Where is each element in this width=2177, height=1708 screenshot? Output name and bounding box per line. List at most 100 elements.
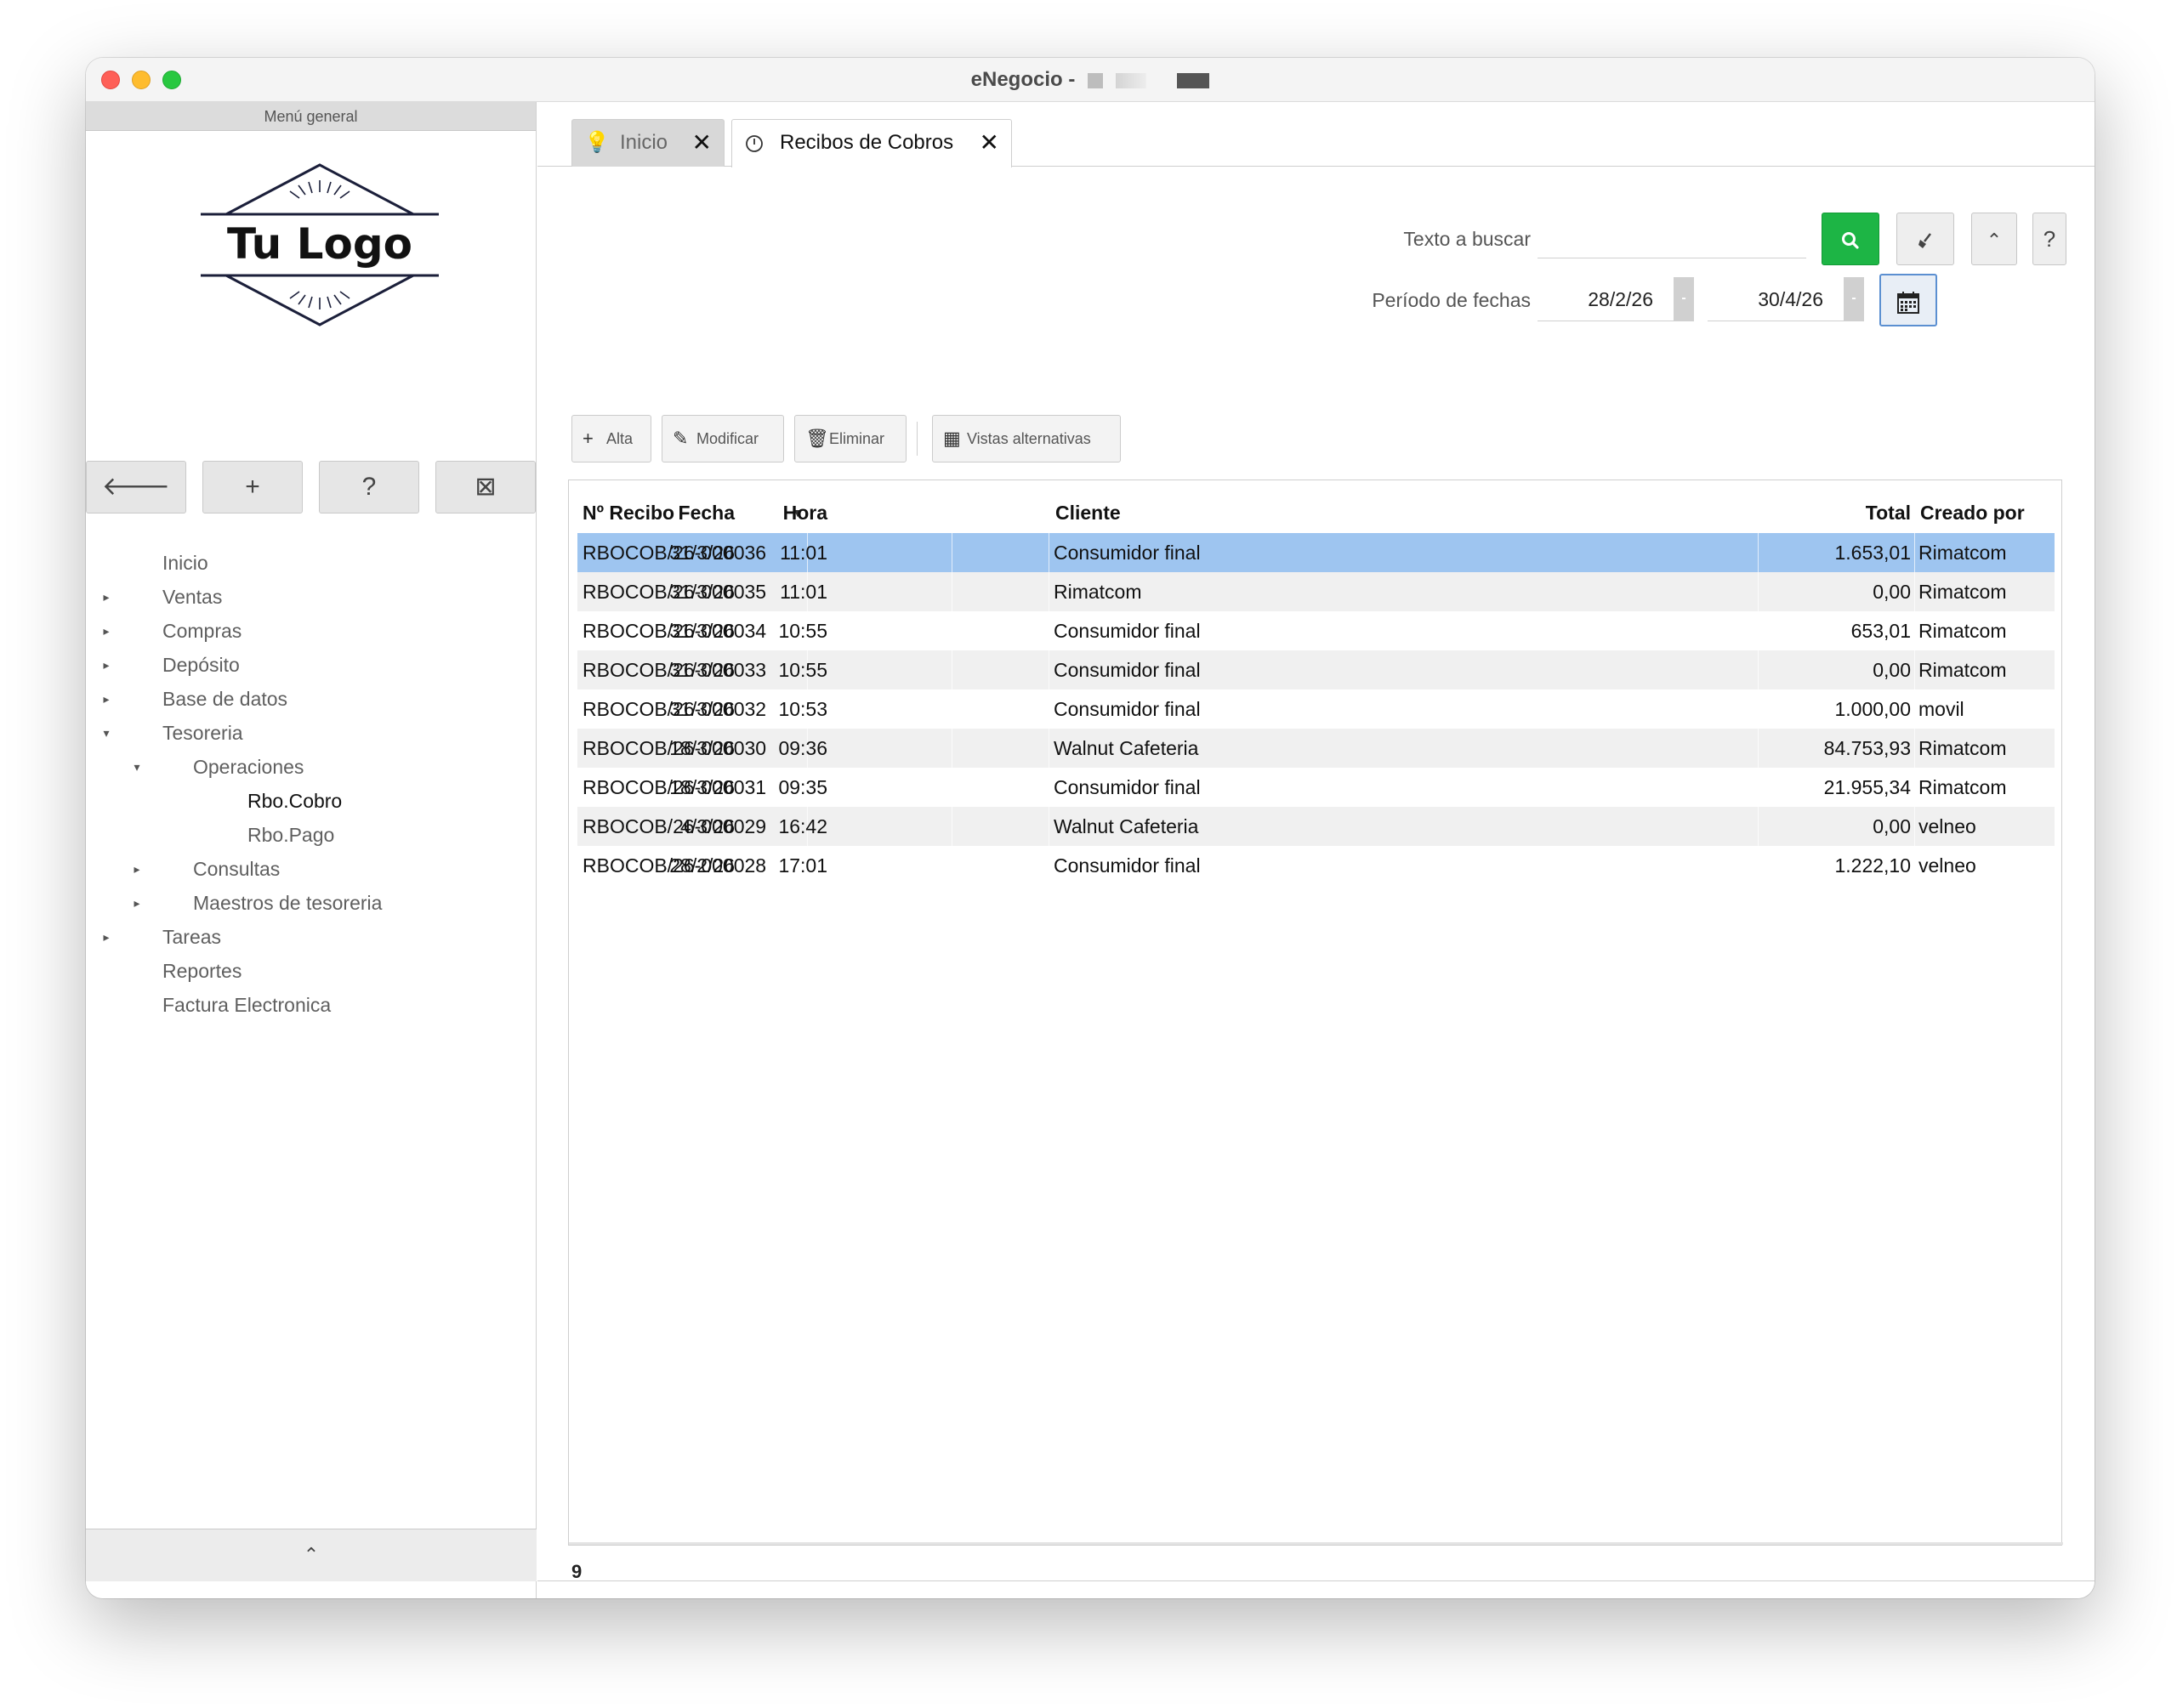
cell-cliente: Consumidor final [1054, 776, 1201, 798]
logo-text: Tu Logo [227, 219, 412, 269]
help-icon: ? [361, 473, 377, 501]
tab-label: Recibos de Cobros [780, 131, 954, 154]
date-from-stepper[interactable]: - [1674, 277, 1694, 321]
tree-item-ventas[interactable]: ▸ Ventas [86, 580, 537, 614]
cell-hora: 09:35 [778, 776, 827, 798]
date-to-field[interactable]: 30/4/26 [1708, 277, 1844, 321]
tree-item-rbo-pago[interactable]: Rbo.Pago [86, 818, 537, 852]
sidebar-toolbar: 🡐 + ? ⊠ [86, 461, 537, 514]
tree-item-operaciones[interactable]: ▾ Operaciones [86, 750, 537, 784]
cell-total: 21.955,34 [1823, 776, 1911, 798]
column-header-num[interactable]: Nº Recibo [583, 496, 674, 530]
cell-fecha: 4/3/26 [680, 815, 735, 837]
table-footer-bar [569, 1542, 2063, 1545]
date-from-field[interactable]: 28/2/26 [1538, 277, 1674, 321]
tree-item-reportes[interactable]: Reportes [86, 954, 537, 988]
tree-item-tesoreria[interactable]: ▾ Tesoreria [86, 716, 537, 750]
column-separator [1758, 611, 1759, 650]
search-button[interactable] [1822, 213, 1879, 265]
cell-fecha: 31/3/26 [669, 581, 735, 603]
table-row[interactable]: RBOCOB/26-000030 18/3/26 09:36 Walnut Cafet… [577, 729, 2055, 768]
tree-item-rbo-cobro[interactable]: Rbo.Cobro [86, 784, 537, 818]
alta-button[interactable]: + Alta [571, 415, 651, 462]
back-button[interactable]: 🡐 [86, 461, 186, 514]
vistas-alternativas-button[interactable]: ▦ Vistas alternativas [932, 415, 1121, 462]
column-header-cliente[interactable]: Cliente [1055, 496, 1121, 530]
cell-fecha: 28/2/26 [669, 854, 735, 877]
collapsed-arrow-icon[interactable]: ▸ [98, 920, 115, 954]
cell-fecha: 18/3/26 [669, 776, 735, 798]
tree-item-label: Rbo.Pago [247, 824, 335, 846]
tree-item-inicio[interactable]: Inicio [86, 546, 537, 580]
plus-icon: + [583, 428, 594, 449]
cell-hora: 16:42 [778, 815, 827, 837]
search-icon [1842, 232, 1859, 249]
collapsed-arrow-icon[interactable]: ▸ [98, 614, 115, 648]
eliminar-label: Eliminar [829, 430, 885, 447]
modificar-button[interactable]: ✎ Modificar [662, 415, 784, 462]
tree-item-depósito[interactable]: ▸ Depósito [86, 648, 537, 682]
tree-item-label: Depósito [162, 654, 240, 676]
views-icon: ▦ [943, 428, 961, 449]
collapsed-arrow-icon[interactable]: ▸ [98, 580, 115, 614]
sidebar-collapse-toggle[interactable]: ⌃ [86, 1529, 537, 1581]
collapsed-arrow-icon[interactable]: ▸ [128, 886, 145, 920]
column-separator [1914, 572, 1915, 611]
expanded-arrow-icon[interactable]: ▾ [128, 750, 145, 784]
table-row[interactable]: RBOCOB/26-000031 18/3/26 09:35 Consumidor f… [577, 768, 2055, 807]
alta-label: Alta [606, 430, 634, 447]
collapsed-arrow-icon[interactable]: ▸ [98, 682, 115, 716]
table-row[interactable]: RBOCOB/26-000032 31/3/26 10:53 Consumidor f… [577, 689, 2055, 729]
bulb-icon: 💡 [584, 131, 610, 154]
cell-fecha: 18/3/26 [669, 737, 735, 759]
expanded-arrow-icon[interactable]: ▾ [98, 716, 115, 750]
column-header-total[interactable]: Total [1866, 496, 1911, 530]
cell-fecha: 31/3/26 [669, 659, 735, 681]
tree-item-tareas[interactable]: ▸ Tareas [86, 920, 537, 954]
cell-cliente: Consumidor final [1054, 854, 1201, 877]
date-to-stepper[interactable]: - [1844, 277, 1864, 321]
search-input[interactable] [1538, 216, 1806, 258]
cell-cliente: Consumidor final [1054, 542, 1201, 564]
table-row[interactable]: RBOCOB/26-000036 31/3/26 11:01 Consumidor f… [577, 533, 2055, 572]
tree-item-label: Base de datos [162, 688, 288, 710]
table-row[interactable]: RBOCOB/26-000028 28/2/26 17:01 Consumidor f… [577, 846, 2055, 885]
pencil-icon: ✎ [673, 428, 689, 449]
column-separator [1758, 689, 1759, 729]
column-header-fecha[interactable]: Fecha [679, 496, 735, 530]
column-separator [1758, 807, 1759, 846]
tree-item-maestros-de-tesoreria[interactable]: ▸ Maestros de tesoreria [86, 886, 537, 920]
calendar-button[interactable] [1879, 274, 1937, 326]
cell-total: 1.653,01 [1834, 542, 1911, 564]
tree-item-compras[interactable]: ▸ Compras [86, 614, 537, 648]
tree-item-base-de-datos[interactable]: ▸ Base de datos [86, 682, 537, 716]
collapse-button[interactable]: ⊠ [435, 461, 536, 514]
column-separator [1914, 768, 1915, 807]
help-icon: ? [2043, 226, 2056, 252]
clear-filter-button[interactable] [1896, 213, 1954, 265]
add-button[interactable]: + [202, 461, 303, 514]
table-row[interactable]: RBOCOB/26-000034 31/3/26 10:55 Consumidor f… [577, 611, 2055, 650]
table-row[interactable]: RBOCOB/26-000029 4/3/26 16:42 Walnut Cafete… [577, 807, 2055, 846]
collapsed-arrow-icon[interactable]: ▸ [98, 648, 115, 682]
close-icon[interactable]: ✕ [980, 120, 999, 166]
window-title: eNegocio - [86, 68, 2095, 92]
table-row[interactable]: RBOCOB/26-000035 31/3/26 11:01 Rimatcom 0,00… [577, 572, 2055, 611]
table-row[interactable]: RBOCOB/26-000033 31/3/26 10:55 Consumidor f… [577, 650, 2055, 689]
tree-item-factura-electronica[interactable]: Factura Electronica [86, 988, 537, 1022]
tree-item-consultas[interactable]: ▸ Consultas [86, 852, 537, 886]
tab-inicio[interactable]: 💡 Inicio ✕ [571, 119, 725, 167]
tab-recibos-de-cobros[interactable]: Recibos de Cobros ✕ [731, 119, 1012, 167]
tab-label: Inicio [620, 131, 668, 154]
column-header-hora[interactable]: Hora [783, 496, 827, 530]
help-button[interactable]: ? [319, 461, 419, 514]
eliminar-button[interactable]: 🗑 Eliminar [794, 415, 907, 462]
close-icon[interactable]: ✕ [692, 120, 712, 166]
collapsed-arrow-icon[interactable]: ▸ [128, 852, 145, 886]
help-button[interactable]: ? [2032, 213, 2066, 265]
collapse-filter-button[interactable]: ⌃ [1971, 213, 2017, 265]
cell-total: 84.753,93 [1823, 737, 1911, 759]
cell-creado: Rimatcom [1918, 659, 2007, 681]
tree-item-label: Operaciones [193, 756, 304, 778]
column-header-creado[interactable]: Creado por [1920, 496, 2025, 530]
